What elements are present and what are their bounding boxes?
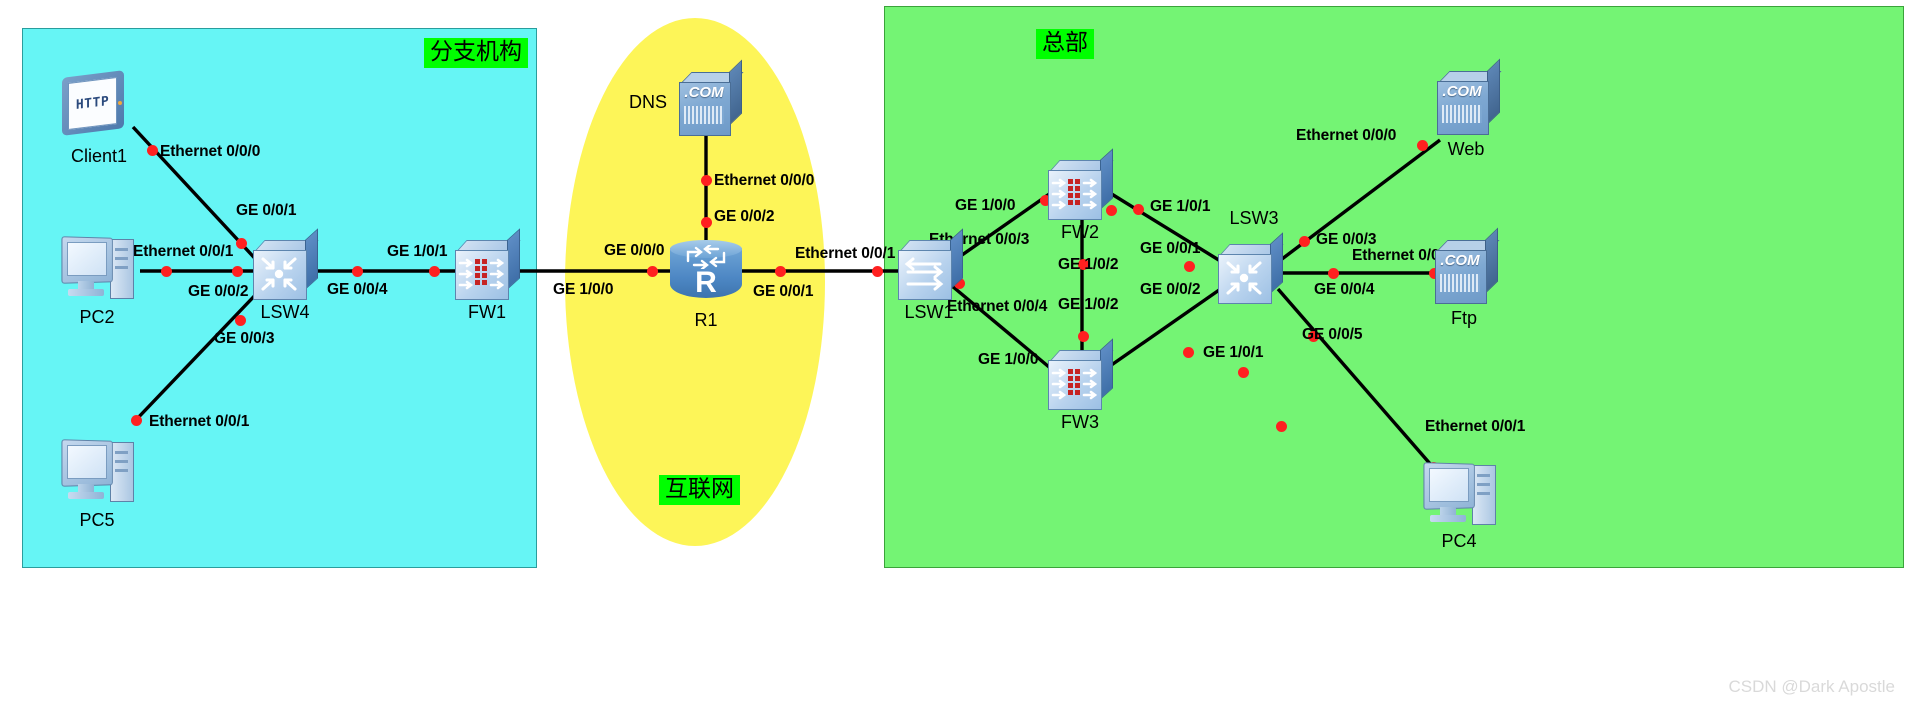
client-http-icon: HTTP — [62, 70, 136, 136]
port-dot-web-e000 — [1298, 235, 1310, 247]
node-label-fw1: FW1 — [468, 302, 506, 322]
port-dot-lsw3-ge003 — [1416, 139, 1428, 151]
zone-headquarters — [884, 6, 1904, 568]
server-icon: .COM — [679, 59, 744, 136]
node-client1[interactable]: HTTP Client1 — [62, 70, 136, 166]
port-label-lsw3-ge-0-0-5: GE 0/0/5 — [1302, 326, 1363, 343]
router-icon: R — [670, 240, 742, 306]
node-lsw3[interactable]: LSW3 — [1218, 208, 1284, 304]
port-label-lsw4-ge-0-0-3: GE 0/0/3 — [214, 330, 275, 347]
port-label-pc5-ethernet-0-0-1: Ethernet 0/0/1 — [149, 413, 250, 430]
node-lsw1[interactable]: LSW1 — [898, 228, 964, 322]
node-label-r1: R1 — [694, 310, 718, 330]
port-dot-lsw3-ge005 — [1275, 420, 1287, 432]
node-label-fw2: FW2 — [1061, 222, 1099, 242]
port-label-fw2-ge-1-0-1: GE 1/0/1 — [1150, 198, 1211, 215]
port-label-dns-ethernet-0-0-0: Ethernet 0/0/0 — [714, 172, 815, 189]
port-dot-lsw3-ge002 — [1327, 267, 1339, 279]
zone-label-headquarters: 总部 — [1036, 29, 1094, 60]
server-icon: .COM — [1437, 58, 1502, 135]
zone-label-branch-office: 分支机构 — [424, 38, 528, 69]
port-label-lsw3-ge-0-0-4: GE 0/0/4 — [1314, 281, 1375, 298]
port-label-lsw4-ge-0-0-2: GE 0/0/2 — [188, 283, 249, 300]
port-dot-lsw4-ge003 — [234, 314, 246, 326]
port-label-client1-ethernet-0-0-0: Ethernet 0/0/0 — [160, 143, 261, 160]
port-dot-client1 — [146, 144, 158, 156]
node-fw2[interactable]: FW2 — [1048, 148, 1114, 242]
port-label-lsw4-ge-0-0-4: GE 0/0/4 — [327, 281, 388, 298]
port-dot-dns-e000 — [700, 174, 712, 186]
port-dot-lsw3-ge001 — [1182, 346, 1194, 358]
port-label-r1-ge-0-0-0: GE 0/0/0 — [604, 242, 665, 259]
node-web[interactable]: .COM Web — [1437, 58, 1502, 159]
node-label-web: Web — [1447, 139, 1485, 159]
node-label-pc2: PC2 — [79, 307, 115, 327]
pc-icon — [61, 236, 134, 301]
pc-icon — [1423, 462, 1496, 527]
node-dns[interactable]: .COM DNS — [629, 59, 744, 136]
port-label-fw3-ge-1-0-2: GE 1/0/2 — [1058, 296, 1119, 313]
port-label-lsw4-ge-0-0-1: GE 0/0/1 — [236, 202, 297, 219]
pc-icon — [61, 439, 134, 504]
node-label-lsw1: LSW1 — [904, 302, 954, 322]
zone-label-internet: 互联网 — [659, 475, 740, 506]
node-pc2[interactable]: PC2 — [61, 236, 134, 327]
switch-icon — [253, 228, 319, 300]
port-label-r1-ge-0-0-1: GE 0/0/1 — [753, 283, 814, 300]
node-label-client1: Client1 — [70, 146, 128, 166]
node-lsw4[interactable]: LSW4 — [253, 228, 319, 322]
node-fw1[interactable]: FW1 — [455, 228, 521, 322]
port-label-lsw3-ge-0-0-2: GE 0/0/2 — [1140, 281, 1201, 298]
node-label-ftp: Ftp — [1450, 308, 1477, 328]
port-label-r1-ge-0-0-2: GE 0/0/2 — [714, 208, 775, 225]
switch-icon — [898, 228, 964, 300]
port-dot-pc4-e001 — [1237, 366, 1249, 378]
firewall-icon — [1048, 148, 1114, 220]
network-topology-diagram: 分支机构 总部 互联网 Ethernet 0/0/0 GE 0/0/1 Ethe… — [0, 0, 1905, 701]
port-dot-r1-ge002 — [700, 216, 712, 228]
port-label-lsw1-ethernet-0-0-1: Ethernet 0/0/1 — [795, 245, 896, 262]
node-r1[interactable]: R R1 — [670, 240, 742, 330]
port-label-fw1-ge-1-0-0: GE 1/0/0 — [553, 281, 614, 298]
port-dot-pc5 — [130, 414, 142, 426]
port-dot-fw1-ge100 — [646, 265, 658, 277]
port-dot-fw3-ge102 — [1183, 260, 1195, 272]
port-dot-lsw4-ge001 — [235, 237, 247, 249]
switch-icon — [1218, 232, 1284, 304]
node-fw3[interactable]: FW3 — [1048, 338, 1114, 432]
node-pc4[interactable]: PC4 — [1423, 462, 1496, 551]
node-label-pc4: PC4 — [1441, 531, 1477, 551]
port-dot-fw1-ge101 — [428, 265, 440, 277]
port-label-fw2-ge-1-0-0: GE 1/0/0 — [955, 197, 1016, 214]
port-label-fw3-ge-1-0-0: GE 1/0/0 — [978, 351, 1039, 368]
port-label-lsw3-ge-0-0-1: GE 0/0/1 — [1140, 240, 1201, 257]
port-dot-r1-ge000 — [774, 265, 786, 277]
firewall-icon — [455, 228, 521, 300]
port-label-fw2-ge-1-0-2: GE 1/0/2 — [1058, 256, 1119, 273]
port-label-fw3-ge-1-0-1: GE 1/0/1 — [1203, 344, 1264, 361]
node-label-lsw3: LSW3 — [1229, 208, 1279, 228]
port-label-web-ethernet-0-0-0: Ethernet 0/0/0 — [1296, 127, 1397, 144]
port-label-fw1-ge-1-0-1: GE 1/0/1 — [387, 243, 448, 260]
node-label-lsw4: LSW4 — [260, 302, 310, 322]
node-label-fw3: FW3 — [1061, 412, 1099, 432]
node-ftp[interactable]: .COM Ftp — [1435, 227, 1500, 328]
watermark: CSDN @Dark Apostle — [1728, 677, 1895, 696]
server-icon: .COM — [1435, 227, 1500, 304]
port-dot-fw2-ge101 — [1132, 203, 1144, 215]
port-dot-r1-ge001 — [871, 265, 883, 277]
port-label-pc4-ethernet-0-0-1: Ethernet 0/0/1 — [1425, 418, 1526, 435]
port-dot-pc2 — [160, 265, 172, 277]
firewall-icon — [1048, 338, 1114, 410]
port-label-pc2-ethernet-0-0-1: Ethernet 0/0/1 — [133, 243, 234, 260]
node-label-dns: DNS — [628, 92, 667, 112]
port-dot-lsw1-e004 — [1077, 330, 1089, 342]
port-dot-lsw4-ge004 — [351, 265, 363, 277]
node-label-pc5: PC5 — [79, 510, 115, 530]
node-pc5[interactable]: PC5 — [61, 439, 134, 530]
port-dot-lsw4-ge002 — [231, 265, 243, 277]
